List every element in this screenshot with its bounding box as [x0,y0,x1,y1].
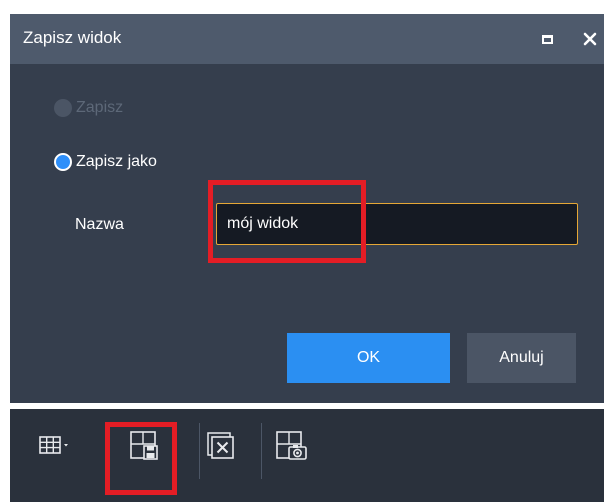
highlight-name-input [208,180,366,263]
layout-grid-button[interactable] [38,426,78,466]
close-button[interactable] [575,24,605,54]
highlight-save-view-button [105,422,177,495]
dialog-titlebar[interactable]: Zapisz widok [10,14,604,64]
bottom-toolbar [10,409,604,502]
radio-option-save[interactable]: Zapisz [54,99,123,117]
snapshot-button[interactable] [274,426,314,466]
maximize-icon [541,34,553,44]
cancel-button[interactable]: Anuluj [467,333,576,383]
maximize-button[interactable] [532,24,562,54]
toolbar-divider [261,423,262,479]
name-label: Nazwa [75,216,124,233]
layout-grid-icon [39,436,68,454]
ok-button[interactable]: OK [287,333,450,383]
close-icon [583,32,597,46]
dialog-title: Zapisz widok [23,28,122,47]
close-view-button[interactable] [205,426,241,466]
radio-save-label: Zapisz [76,99,124,116]
radio-save[interactable] [54,99,72,117]
radio-save-as-label: Zapisz jako [76,153,157,170]
radio-save-as[interactable] [54,153,72,171]
snapshot-icon [276,431,307,460]
close-view-icon [207,432,234,459]
radio-option-save-as[interactable]: Zapisz jako [54,153,157,171]
toolbar-divider [199,423,200,479]
